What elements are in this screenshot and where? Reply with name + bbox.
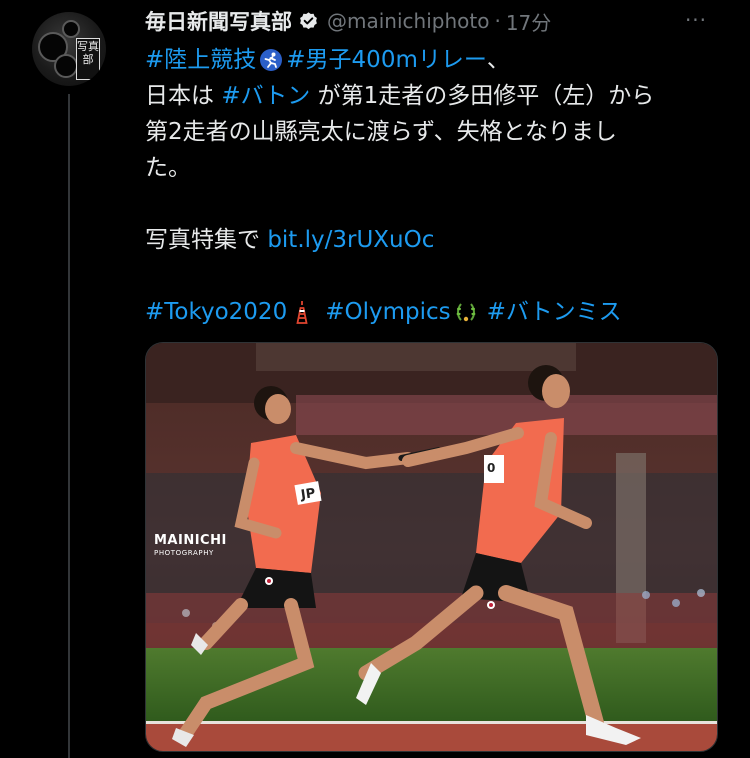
tweet-text: #陸上競技 #男子400mリレー 、 日本は #バトン が第1走者の多田修平（左…	[145, 42, 735, 330]
olympic-laurel-emoji	[456, 303, 476, 322]
hashtag[interactable]: #Tokyo2020	[145, 294, 287, 330]
thread-line	[68, 94, 70, 758]
hashtag[interactable]: #バトン	[221, 78, 310, 114]
tweet-text-fragment: が第1走者の多田修平（左）から	[310, 83, 655, 109]
watermark-title: MAINICHI	[154, 533, 227, 548]
tweet-header: 毎日新聞写真部 @mainichiphoto · 17分	[145, 6, 551, 36]
tweet-text-fragment: 第2走者の山縣亮太に渡らず、失格となりまし	[145, 119, 617, 145]
tweet-text-fragment: 写真特集で	[145, 227, 268, 253]
tweet-text-fragment: 日本は	[145, 83, 222, 109]
hashtag[interactable]: #Olympics	[325, 294, 450, 330]
hashtag[interactable]: #陸上競技	[145, 42, 256, 78]
tokyo-tower-emoji	[296, 301, 308, 324]
display-name[interactable]: 毎日新聞写真部	[145, 6, 292, 36]
hashtag[interactable]: #バトンミス	[487, 294, 622, 330]
hashtag[interactable]: #男子400mリレー	[286, 42, 487, 78]
watermark-subtitle: PHOTOGRAPHY	[154, 549, 214, 557]
avatar[interactable]: 写真部	[32, 12, 106, 86]
short-link[interactable]: bit.ly/3rUXuOc	[267, 222, 434, 258]
more-options-icon[interactable]: ···	[682, 8, 710, 32]
bib-text: JP	[300, 486, 317, 503]
runner-emoji	[260, 49, 283, 71]
separator: ·	[494, 9, 501, 33]
bib-text: 0	[487, 461, 496, 475]
photo-watermark: MAINICHI PHOTOGRAPHY	[154, 533, 227, 557]
camera-lens-shape	[54, 54, 78, 78]
tweet-photo[interactable]: JP 0 MAINICHI PHOTOGRAPHY	[145, 342, 718, 752]
verified-badge-icon	[300, 11, 317, 29]
camera-lens-shape	[62, 20, 80, 38]
tweet-text-fragment: た。	[145, 155, 191, 181]
relay-photo-illustration	[146, 343, 717, 751]
tweet-text-fragment: 、	[486, 47, 510, 73]
handle[interactable]: @mainichiphoto	[327, 9, 489, 33]
avatar-seal: 写真部	[76, 38, 100, 80]
timestamp[interactable]: 17分	[506, 7, 551, 36]
